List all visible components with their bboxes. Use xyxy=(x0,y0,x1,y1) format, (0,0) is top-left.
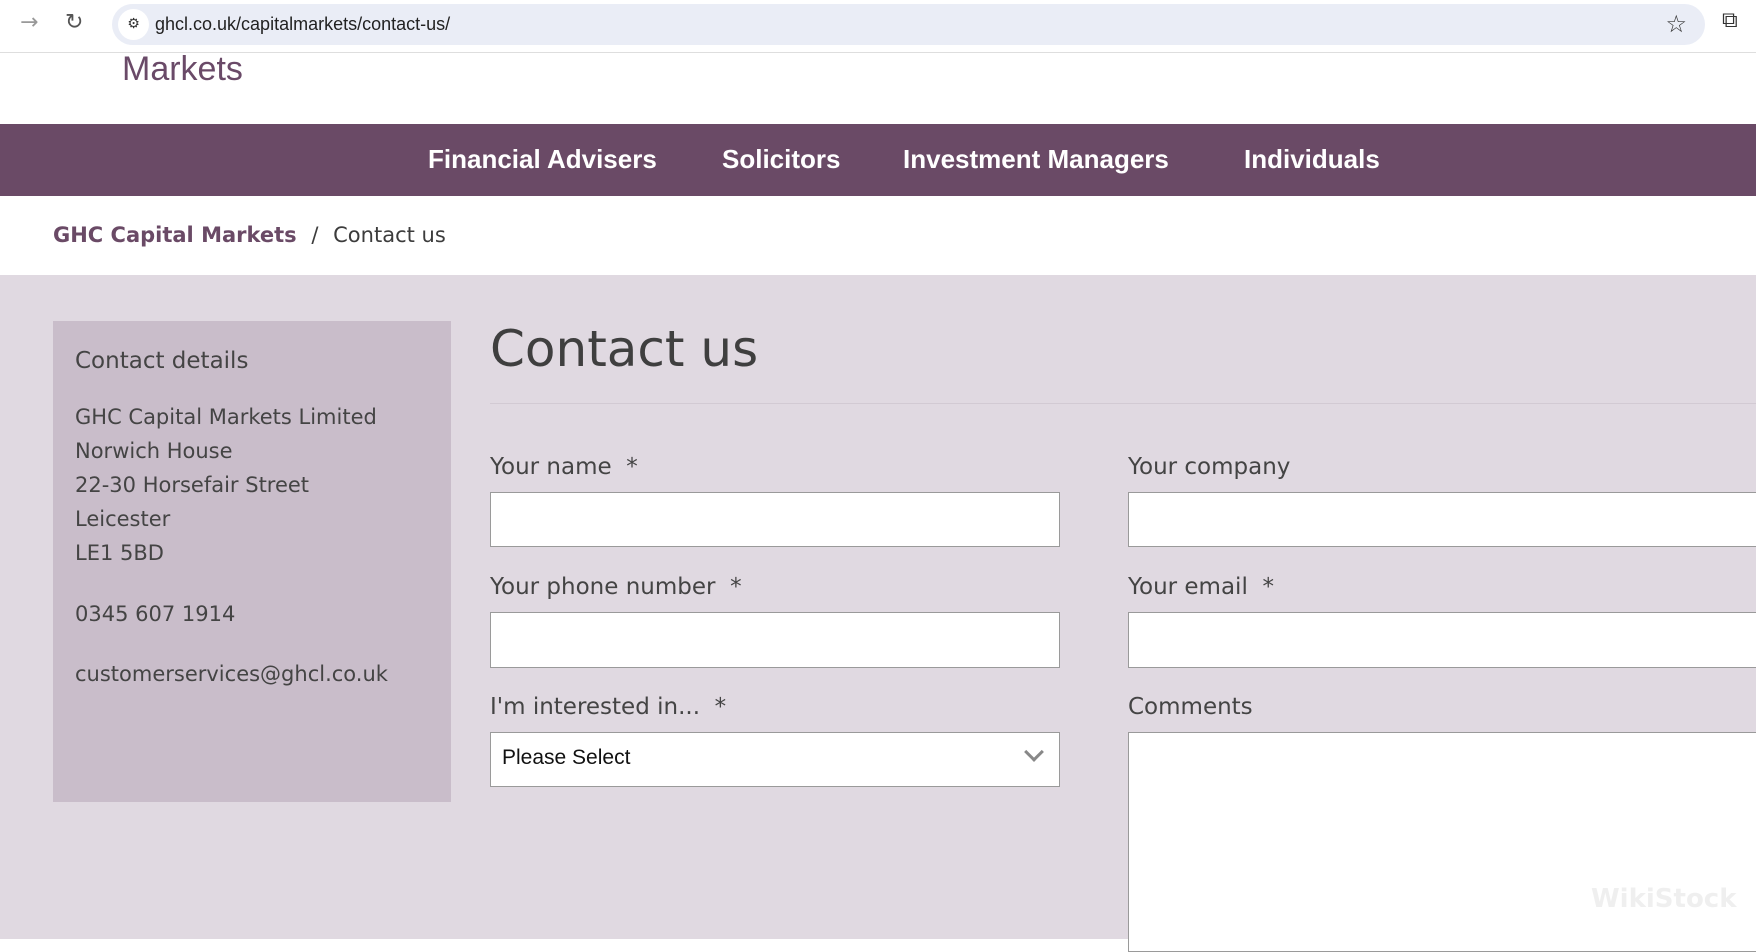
breadcrumb-current: Contact us xyxy=(333,223,446,247)
interest-label: I'm interested in... * xyxy=(490,694,726,720)
required-marker: * xyxy=(714,694,727,720)
reload-icon[interactable]: ↻ xyxy=(65,10,83,35)
nav-solicitors[interactable]: Solicitors xyxy=(722,144,840,175)
browser-toolbar: → ↻ ⚙ ghcl.co.uk/capitalmarkets/contact-… xyxy=(0,0,1756,53)
forward-icon[interactable]: → xyxy=(20,10,38,35)
breadcrumb-separator: / xyxy=(311,223,319,247)
address-line: Norwich House xyxy=(75,439,233,463)
phone-label-text: Your phone number xyxy=(490,574,716,600)
email-input[interactable] xyxy=(1128,612,1756,668)
logo[interactable]: Markets xyxy=(122,50,243,89)
divider xyxy=(490,403,1756,404)
nav-investment-managers[interactable]: Investment Managers xyxy=(903,144,1169,175)
address-bar[interactable]: ⚙ ghcl.co.uk/capitalmarkets/contact-us/ … xyxy=(112,4,1705,45)
company-label: Your company xyxy=(1128,454,1291,480)
required-marker: * xyxy=(730,574,742,600)
url-text[interactable]: ghcl.co.uk/capitalmarkets/contact-us/ xyxy=(155,14,450,35)
email-label: Your email * xyxy=(1128,574,1274,600)
star-icon[interactable]: ☆ xyxy=(1665,10,1687,38)
interest-label-text: I'm interested in... xyxy=(490,694,701,720)
nav-individuals[interactable]: Individuals xyxy=(1244,144,1380,175)
company-input[interactable] xyxy=(1128,492,1756,547)
address-line: Leicester xyxy=(75,507,171,531)
watermark: WikiStock xyxy=(1591,884,1737,914)
breadcrumb-home[interactable]: GHC Capital Markets xyxy=(53,223,297,247)
email-link[interactable]: customerservices@ghcl.co.uk xyxy=(75,662,388,686)
site-settings-icon[interactable]: ⚙ xyxy=(118,9,149,40)
chevron-down-icon xyxy=(1024,742,1044,762)
extensions-icon[interactable]: ⧉ xyxy=(1722,8,1738,33)
breadcrumb: GHC Capital Markets / Contact us xyxy=(53,223,446,247)
address-line: 22-30 Horsefair Street xyxy=(75,473,310,497)
address-line: LE1 5BD xyxy=(75,541,164,565)
required-marker: * xyxy=(626,454,638,480)
phone-input[interactable] xyxy=(490,612,1060,668)
main-nav: Financial Advisers Solicitors Investment… xyxy=(0,124,1756,196)
email-label-text: Your email xyxy=(1128,574,1248,600)
address-line: GHC Capital Markets Limited xyxy=(75,405,377,429)
comments-label: Comments xyxy=(1128,694,1253,720)
interest-select[interactable]: Please Select xyxy=(490,732,1060,787)
name-input[interactable] xyxy=(490,492,1060,547)
required-marker: * xyxy=(1262,574,1274,600)
nav-financial-advisers[interactable]: Financial Advisers xyxy=(428,144,657,175)
phone-number[interactable]: 0345 607 1914 xyxy=(75,602,235,626)
page-title: Contact us xyxy=(490,320,759,378)
interest-select-value: Please Select xyxy=(502,746,631,769)
contact-details-title: Contact details xyxy=(75,348,249,374)
name-label-text: Your name xyxy=(490,454,612,480)
comments-textarea[interactable] xyxy=(1128,732,1756,952)
phone-label: Your phone number * xyxy=(490,574,742,600)
name-label: Your name * xyxy=(490,454,638,480)
